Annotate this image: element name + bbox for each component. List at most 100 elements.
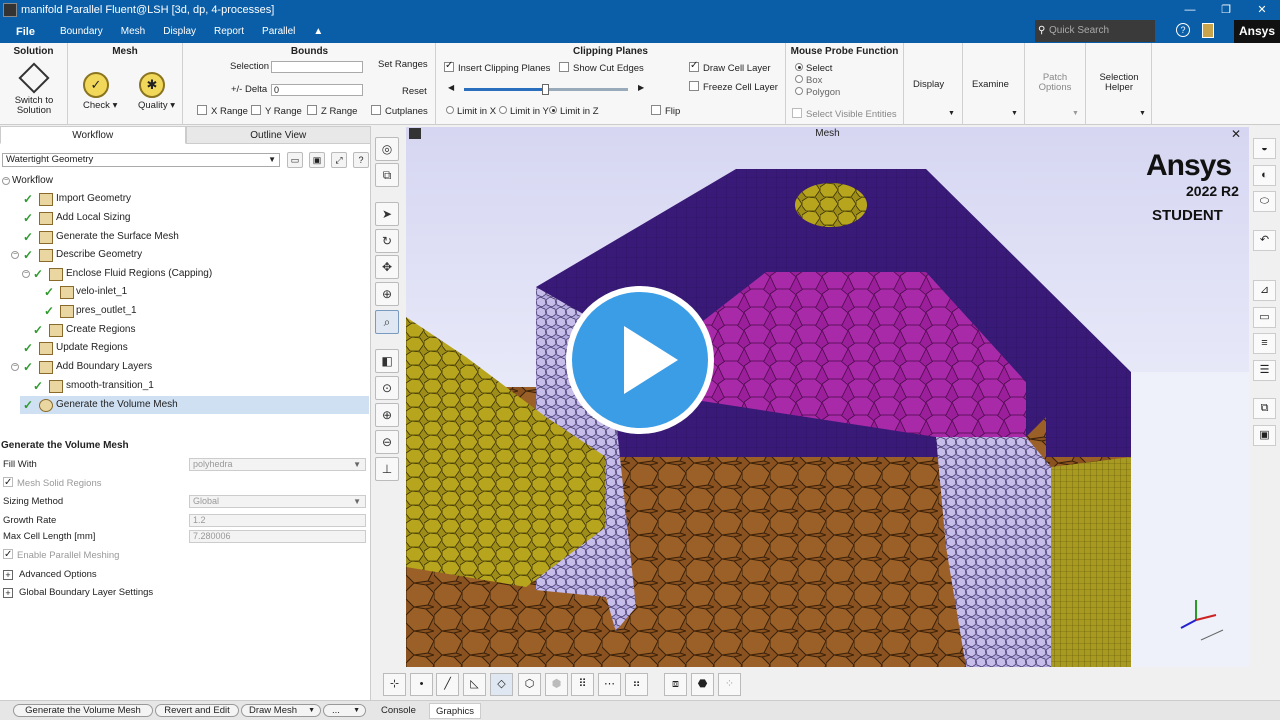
x-range-checkbox[interactable]: X Range: [197, 105, 248, 117]
workflow-expand-icon[interactable]: ⤢: [331, 152, 347, 168]
reset-button[interactable]: Reset: [402, 86, 427, 97]
chart-icon[interactable]: ⊿: [1253, 280, 1276, 301]
parallel-meshing-row[interactable]: Enable Parallel Meshing: [0, 547, 369, 564]
collapse-icon[interactable]: −: [11, 363, 19, 371]
snapshot-icon[interactable]: ▣: [1253, 425, 1276, 446]
tree-row-describe-geometry[interactable]: − ✓ Describe Geometry: [0, 246, 369, 264]
hide-icon[interactable]: ⬣: [691, 673, 714, 696]
node-grid-icon[interactable]: ⠿: [571, 673, 594, 696]
switch-to-solution-icon[interactable]: [18, 62, 50, 94]
tree-row-create-regions[interactable]: ✓ Create Regions: [0, 321, 369, 339]
tree-row-boundary-layers[interactable]: − ✓ Add Boundary Layers: [0, 358, 369, 376]
slider-right-arrow-icon[interactable]: ▶: [638, 83, 644, 92]
advanced-options-row[interactable]: + Advanced Options: [0, 567, 369, 583]
workflow-folder-icon[interactable]: ▭: [287, 152, 303, 168]
workflow-save-icon[interactable]: ▣: [309, 152, 325, 168]
patch-dropdown-icon[interactable]: ▼: [1072, 110, 1079, 117]
collapse-icon[interactable]: −: [2, 177, 10, 185]
selection-field[interactable]: [271, 61, 363, 73]
y-range-checkbox[interactable]: Y Range: [251, 105, 302, 117]
delta-field[interactable]: 0: [271, 84, 363, 96]
graphics-window[interactable]: Mesh ✕ Ansys 2022 R2 STUDENT: [406, 127, 1249, 667]
insert-clipping-checkbox[interactable]: Insert Clipping Planes: [444, 60, 550, 74]
video-play-button[interactable]: [566, 286, 714, 434]
revert-and-edit-button[interactable]: Revert and Edit: [155, 704, 239, 717]
documentation-icon[interactable]: [1202, 23, 1214, 38]
zone-select-icon[interactable]: ◇: [490, 673, 513, 696]
ruler-icon[interactable]: ▭: [1253, 307, 1276, 328]
display-button[interactable]: Display: [913, 79, 944, 90]
draw-mesh-button[interactable]: Draw Mesh ▼: [241, 704, 321, 717]
collapse-ribbon-icon[interactable]: ▲: [304, 26, 332, 37]
tab-graphics[interactable]: Graphics: [429, 703, 482, 719]
help-icon[interactable]: ?: [1176, 23, 1190, 37]
fill-with-select[interactable]: polyhedra ▼: [189, 458, 366, 471]
node-box-icon[interactable]: ⠶: [625, 673, 648, 696]
menu-display[interactable]: Display: [154, 26, 205, 37]
flip-checkbox[interactable]: Flip: [651, 105, 680, 117]
copy-icon[interactable]: ⧉: [1253, 398, 1276, 419]
tree-row-pres-outlet[interactable]: ✓ pres_outlet_1: [0, 302, 369, 320]
report-icon[interactable]: ≡: [1253, 333, 1276, 354]
pointer-icon[interactable]: ➤: [375, 202, 399, 226]
check-button[interactable]: Check ▾: [83, 100, 117, 111]
collapse-icon[interactable]: −: [22, 270, 30, 278]
draw-cell-layer-checkbox[interactable]: Draw Cell Layer: [689, 60, 771, 74]
probe-polygon-radio[interactable]: Polygon: [795, 87, 840, 98]
copy-view-icon[interactable]: ⧉: [375, 163, 399, 187]
tree-row-volume-mesh[interactable]: ✓ Generate the Volume Mesh: [20, 396, 369, 414]
point-select-icon[interactable]: •: [410, 673, 433, 696]
check-icon[interactable]: ✓: [83, 72, 109, 98]
set-ranges-button[interactable]: Set Ranges: [378, 59, 428, 70]
tree-row-velo-inlet[interactable]: ✓ velo-inlet_1: [0, 283, 369, 301]
tab-console[interactable]: Console: [375, 703, 422, 719]
zoom-icon[interactable]: ⌕: [375, 310, 399, 334]
slider-left-arrow-icon[interactable]: ◀: [448, 83, 454, 92]
menu-file[interactable]: File: [0, 26, 51, 38]
highlight-icon[interactable]: ◧: [375, 349, 399, 373]
restore-button[interactable]: ❐: [1208, 0, 1244, 20]
tab-workflow[interactable]: Workflow: [0, 126, 186, 144]
limit-y-radio[interactable]: Limit in Y: [499, 106, 549, 117]
zoom-box-icon[interactable]: ⊕: [375, 282, 399, 306]
quality-icon[interactable]: ✱: [139, 72, 165, 98]
workflow-type-select[interactable]: Watertight Geometry ▼: [2, 153, 280, 167]
view-side-icon[interactable]: ⬭: [1253, 191, 1276, 212]
tab-outline-view[interactable]: Outline View: [185, 126, 371, 144]
limit-x-radio[interactable]: Limit in X: [446, 106, 496, 117]
list-icon[interactable]: ☰: [1253, 360, 1276, 381]
select-visible-checkbox[interactable]: Select Visible Entities: [792, 108, 897, 120]
menu-report[interactable]: Report: [205, 26, 253, 37]
examine-button[interactable]: Examine: [972, 79, 1009, 90]
patch-options-button[interactable]: Patch Options: [1035, 73, 1075, 93]
model-view-icon[interactable]: ◎: [375, 137, 399, 161]
expand-plus-icon[interactable]: +: [3, 570, 13, 580]
node-line-icon[interactable]: ⋯: [598, 673, 621, 696]
tree-row-enclose-fluid[interactable]: − ✓ Enclose Fluid Regions (Capping): [0, 265, 369, 283]
freeze-cell-layer-checkbox[interactable]: Freeze Cell Layer: [689, 81, 778, 93]
clipping-slider-thumb[interactable]: [542, 84, 549, 95]
select-filter-icon[interactable]: ⊹: [383, 673, 406, 696]
cell-select-icon[interactable]: ⬡: [518, 673, 541, 696]
collapse-icon[interactable]: −: [11, 251, 19, 259]
undo-view-icon[interactable]: ↶: [1253, 230, 1276, 251]
workflow-help-icon[interactable]: ?: [353, 152, 369, 168]
cutplanes-checkbox[interactable]: Cutplanes: [371, 105, 428, 117]
selection-helper-button[interactable]: Selection Helper: [1091, 73, 1147, 93]
view-iso-icon[interactable]: ◐: [1253, 165, 1276, 186]
parallel-meshing-checkbox[interactable]: Enable Parallel Meshing: [3, 547, 119, 564]
display-dropdown-icon[interactable]: ▼: [948, 110, 955, 117]
growth-rate-field[interactable]: 1.2: [189, 514, 366, 527]
z-range-checkbox[interactable]: Z Range: [307, 105, 357, 117]
mesh-solid-row[interactable]: Mesh Solid Regions: [0, 475, 369, 492]
zoom-fit-icon[interactable]: ⊙: [375, 376, 399, 400]
minimize-button[interactable]: —: [1172, 0, 1208, 20]
clipping-slider[interactable]: [464, 84, 628, 95]
face-select-icon[interactable]: ◺: [463, 673, 486, 696]
zoom-out-icon[interactable]: ⊖: [375, 430, 399, 454]
tree-row-smooth-transition[interactable]: ✓ smooth-transition_1: [0, 377, 369, 395]
show-cut-edges-checkbox[interactable]: Show Cut Edges: [559, 62, 644, 74]
edge-select-icon[interactable]: ╱: [436, 673, 459, 696]
tree-row-add-local-sizing[interactable]: ✓ Add Local Sizing: [0, 209, 369, 227]
limit-z-radio[interactable]: Limit in Z: [549, 106, 599, 117]
